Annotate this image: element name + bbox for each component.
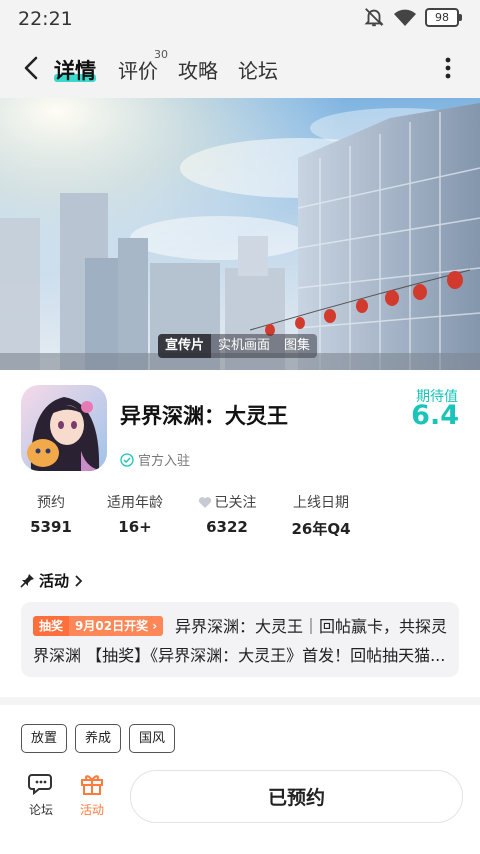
stat-label: 已关注 [214,495,257,511]
official-label: 官方入驻 [138,454,191,469]
stat-label: 上线日期 [293,495,349,511]
stat-age-rating: 适用年龄 16+ [102,492,168,536]
banner-illustration [0,98,480,370]
lottery-badge: 抽奖 9月02日开奖 › [33,616,164,636]
lottery-type: 抽奖 [33,616,70,636]
tag-list: 放置 养成 国风 [21,724,176,753]
pin-icon [20,574,34,588]
notifications-off-icon [364,8,384,27]
activity-title: 活动 [39,572,70,590]
status-bar: 22:21 98 [0,0,480,38]
stat-value: 6322 [206,518,248,536]
stat-release-date: 上线日期 26年Q4 [288,492,354,539]
tab-details[interactable]: 详情 [54,55,96,85]
activity-card[interactable]: 异界深渊：大灵王｜回帖赢卡，共探灵 界深渊 【抽奖】《异界深渊：大灵王》首发！回… [21,602,459,677]
official-badge: 官方入驻 [120,450,190,469]
media-tab-gallery[interactable]: 图集 [277,334,317,358]
stat-label: 适用年龄 [107,495,163,511]
activity-line-2: 界深渊 【抽奖】《异界深渊：大灵王》首发！回帖抽天猫... [33,646,446,665]
heart-icon [198,496,211,508]
more-options-icon[interactable] [445,56,451,80]
lottery-date: 9月02日开奖 › [69,616,164,636]
tag-chinese-style[interactable]: 国风 [129,724,176,753]
bottom-forum[interactable]: 论坛 [21,772,61,818]
expectation-score: 6.4 [411,400,459,431]
battery-icon: 98 [425,7,462,27]
chevron-right-icon [75,574,83,587]
stat-reservations: 预约 5391 [24,492,78,536]
forum-icon [28,774,52,796]
tab-reviews[interactable]: 评价 [118,55,158,84]
forum-label: 论坛 [28,803,53,817]
reviews-count: 30 [154,48,168,61]
stat-value: 26年Q4 [291,520,351,538]
tag-raising[interactable]: 养成 [75,724,122,753]
status-time: 22:21 [18,8,73,30]
promo-banner[interactable] [0,98,480,370]
reserved-button[interactable]: 已预约 [130,770,463,823]
activity-header[interactable]: 活动 [20,570,83,591]
activity-label: 活动 [79,803,104,817]
wifi-icon [394,9,416,26]
tab-guides[interactable]: 攻略 [178,55,218,84]
tab-forum[interactable]: 论坛 [238,55,278,84]
check-circle-icon [120,452,134,467]
section-divider [0,697,480,705]
tag-idle[interactable]: 放置 [21,724,68,753]
gift-icon [81,775,103,795]
stat-value: 5391 [30,518,72,536]
media-tab-gameplay[interactable]: 实机画面 [211,334,277,358]
game-title: 异界深渊：大灵王 [120,404,288,428]
media-tab-trailer[interactable]: 宣传片 [158,334,212,358]
status-icons: 98 [363,6,462,28]
battery-level: 98 [425,7,459,27]
back-arrow-icon[interactable] [18,54,46,82]
media-tabs: 宣传片 实机画面 图集 [158,334,318,358]
stat-value: 16+ [118,518,152,536]
stat-followers[interactable]: 已关注 6322 [194,492,260,536]
stat-label: 预约 [37,495,65,511]
bottom-activity[interactable]: 活动 [72,772,112,818]
game-icon [21,385,107,471]
